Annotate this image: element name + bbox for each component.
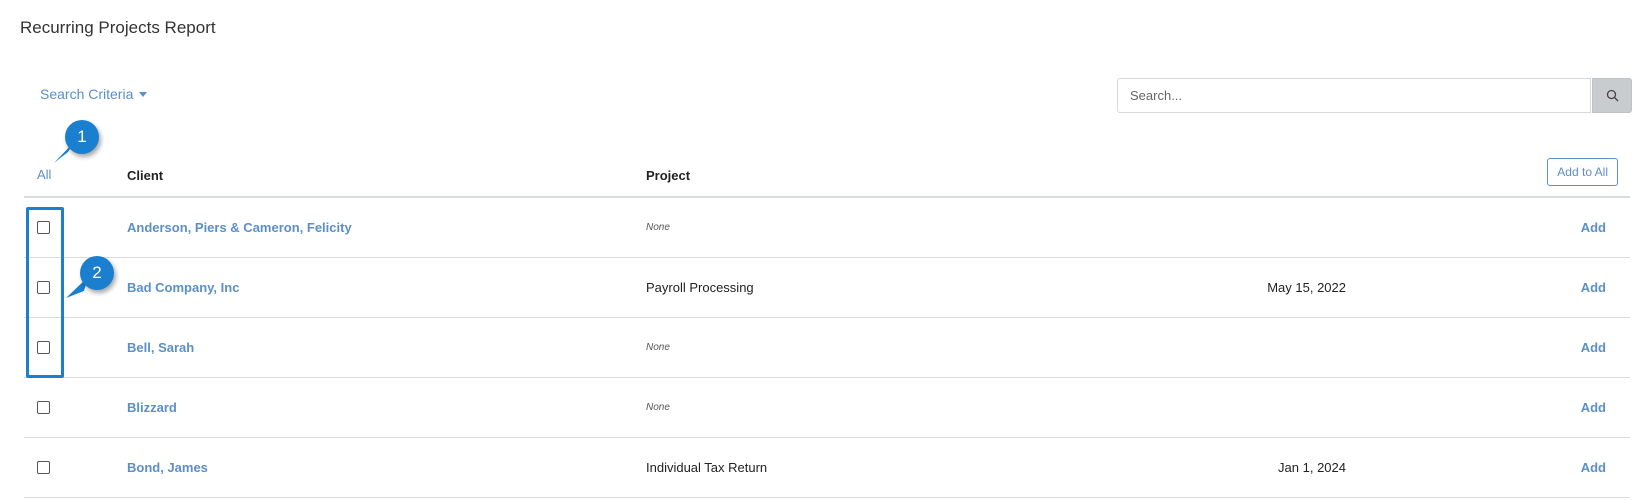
- table-row: Anderson, Piers & Cameron, Felicity None A…: [24, 198, 1630, 258]
- client-link[interactable]: Bond, James: [127, 460, 208, 475]
- project-date: Jan 1, 2024: [1278, 460, 1346, 475]
- table-row: Bond, James Individual Tax Return Jan 1, 2…: [24, 438, 1630, 498]
- project-name: None: [646, 222, 670, 233]
- search-criteria-dropdown[interactable]: Search Criteria: [40, 86, 148, 102]
- project-date: May 15, 2022: [1267, 280, 1346, 295]
- project-name: None: [646, 342, 670, 353]
- checkbox-highlight-box: [26, 207, 64, 378]
- select-all-link[interactable]: All: [37, 167, 51, 182]
- client-link[interactable]: Bell, Sarah: [127, 340, 194, 355]
- callout-1-badge: 1: [65, 120, 99, 154]
- search-input[interactable]: [1117, 78, 1591, 113]
- table-header: All Client Project Add to All: [24, 150, 1630, 198]
- add-link[interactable]: Add: [1581, 280, 1606, 295]
- add-to-all-button[interactable]: Add to All: [1547, 158, 1618, 186]
- add-link[interactable]: Add: [1581, 460, 1606, 475]
- client-column-header: Client: [127, 168, 164, 183]
- add-link[interactable]: Add: [1581, 400, 1606, 415]
- project-column-header: Project: [646, 168, 691, 183]
- page-title: Recurring Projects Report: [20, 18, 216, 37]
- client-link[interactable]: Bad Company, Inc: [127, 280, 239, 295]
- callout-2-badge: 2: [80, 256, 114, 290]
- search-criteria-label: Search Criteria: [40, 86, 134, 102]
- row-checkbox[interactable]: [37, 401, 50, 414]
- table-body: Anderson, Piers & Cameron, Felicity None A…: [24, 198, 1630, 498]
- row-checkbox[interactable]: [37, 461, 50, 474]
- add-link[interactable]: Add: [1581, 220, 1606, 235]
- recurring-projects-table: All Client Project Add to All Anderson, …: [24, 150, 1630, 498]
- client-link[interactable]: Anderson, Piers & Cameron, Felicity: [127, 220, 352, 235]
- search-button[interactable]: [1592, 78, 1632, 113]
- recurring-projects-page: Recurring Projects Report Search Criteri…: [0, 0, 1650, 501]
- project-name: Individual Tax Return: [646, 460, 768, 475]
- table-row: Bell, Sarah None Add: [24, 318, 1630, 378]
- project-name: Payroll Processing: [646, 280, 754, 295]
- table-row: Bad Company, Inc Payroll Processing May 15…: [24, 258, 1630, 318]
- search-icon: [1606, 89, 1618, 102]
- caret-down-icon: [139, 91, 148, 97]
- client-link[interactable]: Blizzard: [127, 400, 177, 415]
- table-row: Blizzard None Add: [24, 378, 1630, 438]
- add-link[interactable]: Add: [1581, 340, 1606, 355]
- project-name: None: [646, 402, 670, 413]
